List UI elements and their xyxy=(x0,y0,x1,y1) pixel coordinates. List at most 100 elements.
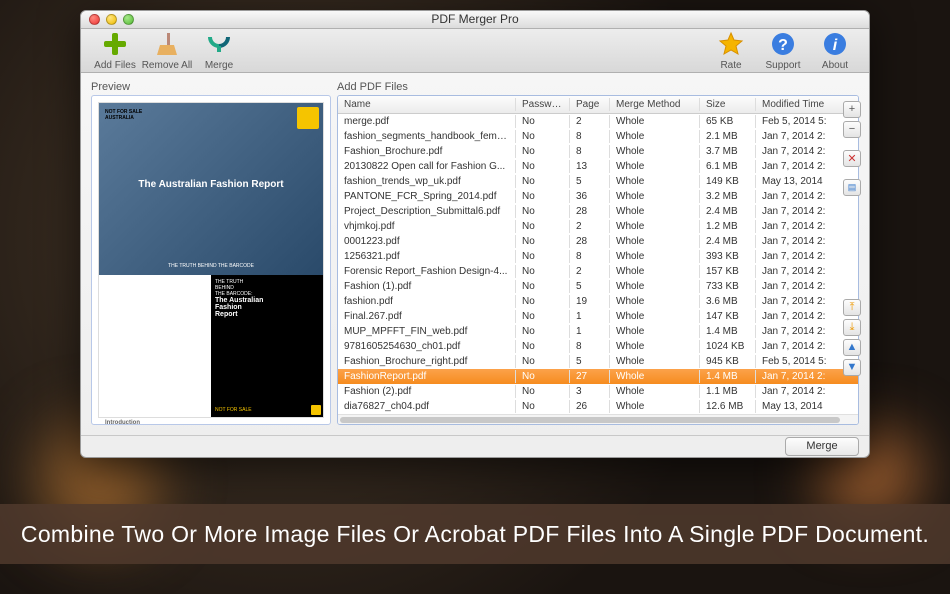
toolbar: Add Files Remove All Merge Rate ? Suppor xyxy=(81,29,869,73)
table-row[interactable]: 1256321.pdfNo8Whole393 KBJan 7, 2014 2: xyxy=(338,249,858,264)
cell-page: 28 xyxy=(570,205,610,218)
cell-merge-method: Whole xyxy=(610,145,700,158)
col-page[interactable]: Page xyxy=(570,98,610,111)
table-row[interactable]: fashion_trends_wp_uk.pdfNo5Whole149 KBMa… xyxy=(338,174,858,189)
cell-merge-method: Whole xyxy=(610,355,700,368)
table-row[interactable]: merge.pdfNo2Whole65 KBFeb 5, 2014 5: xyxy=(338,114,858,129)
window-title: PDF Merger Pro xyxy=(81,12,869,26)
cell-page: 1 xyxy=(570,325,610,338)
table-row[interactable]: 9781605254630_ch01.pdfNo8Whole1024 KBJan… xyxy=(338,339,858,354)
about-button[interactable]: i About xyxy=(809,30,861,71)
table-row[interactable]: 0001223.pdfNo28Whole2.4 MBJan 7, 2014 2: xyxy=(338,234,858,249)
merge-toolbar-button[interactable]: Merge xyxy=(193,30,245,71)
table-row[interactable]: FashionReport.pdfNo27Whole1.4 MBJan 7, 2… xyxy=(338,369,858,384)
cell-merge-method: Whole xyxy=(610,220,700,233)
app-window: PDF Merger Pro Add Files Remove All Merg… xyxy=(80,10,870,458)
cell-size: 2.4 MB xyxy=(700,235,756,248)
table-row[interactable]: vhjmkoj.pdfNo2Whole1.2 MBJan 7, 2014 2: xyxy=(338,219,858,234)
col-size[interactable]: Size xyxy=(700,98,756,111)
file-table: Name Password Page Merge Method Size Mod… xyxy=(337,95,859,425)
table-row[interactable]: fashion.pdfNo19Whole3.6 MBJan 7, 2014 2: xyxy=(338,294,858,309)
table-row[interactable]: 20130822 Open call for Fashion G...No13W… xyxy=(338,159,858,174)
info-row-button[interactable]: ▤ xyxy=(843,179,861,196)
move-up-button[interactable]: ▲ xyxy=(843,339,861,356)
table-row[interactable]: Project_Description_Submittal6.pdfNo28Wh… xyxy=(338,204,858,219)
cell-merge-method: Whole xyxy=(610,280,700,293)
table-row[interactable]: Fashion_Brochure.pdfNo8Whole3.7 MBJan 7,… xyxy=(338,144,858,159)
plus-icon xyxy=(101,30,129,58)
cell-name: fashion_segments_handbook_fema... xyxy=(338,130,516,143)
cell-merge-method: Whole xyxy=(610,385,700,398)
info-icon: i xyxy=(821,30,849,58)
merge-button[interactable]: Merge xyxy=(785,437,859,456)
cell-password: No xyxy=(516,235,570,248)
doc-badge: NOT FOR SALE AUSTRALIA xyxy=(105,109,142,121)
cell-size: 157 KB xyxy=(700,265,756,278)
cell-password: No xyxy=(516,370,570,383)
svg-text:?: ? xyxy=(778,37,788,54)
addfiles-label: Add PDF Files xyxy=(337,81,859,93)
remove-row-button[interactable]: − xyxy=(843,121,861,138)
table-row[interactable]: fashion_segments_handbook_fema...No8Whol… xyxy=(338,129,858,144)
remove-all-button[interactable]: Remove All xyxy=(141,30,193,71)
cell-page: 5 xyxy=(570,175,610,188)
cell-page: 2 xyxy=(570,220,610,233)
cell-merge-method: Whole xyxy=(610,370,700,383)
caption-text: Combine Two Or More Image Files Or Acrob… xyxy=(21,521,929,548)
add-row-button[interactable]: + xyxy=(843,101,861,118)
cell-page: 5 xyxy=(570,355,610,368)
table-row[interactable]: MUP_MPFFT_FIN_web.pdfNo1Whole1.4 MBJan 7… xyxy=(338,324,858,339)
table-row[interactable]: dia76827_ch04.pdfNo26Whole12.6 MBMay 13,… xyxy=(338,399,858,414)
move-bottom-button[interactable]: ⤓ xyxy=(843,319,861,336)
horizontal-scrollbar[interactable] xyxy=(338,414,858,424)
preview-label: Preview xyxy=(91,81,331,93)
cell-page: 36 xyxy=(570,190,610,203)
table-row[interactable]: Fashion (1).pdfNo5Whole733 KBJan 7, 2014… xyxy=(338,279,858,294)
cell-password: No xyxy=(516,250,570,263)
table-row[interactable]: Final.267.pdfNo1Whole147 KBJan 7, 2014 2… xyxy=(338,309,858,324)
support-button[interactable]: ? Support xyxy=(757,30,809,71)
move-down-button[interactable]: ▼ xyxy=(843,359,861,376)
properties-icon: ▤ xyxy=(848,182,857,193)
cell-page: 1 xyxy=(570,310,610,323)
cell-modified: Jan 7, 2014 2: xyxy=(756,250,858,263)
cell-password: No xyxy=(516,340,570,353)
table-row[interactable]: PANTONE_FCR_Spring_2014.pdfNo36Whole3.2 … xyxy=(338,189,858,204)
merge-icon xyxy=(205,30,233,58)
cell-merge-method: Whole xyxy=(610,190,700,203)
cell-size: 2.4 MB xyxy=(700,205,756,218)
col-password[interactable]: Password xyxy=(516,98,570,111)
cell-name: dia76827_ch04.pdf xyxy=(338,400,516,413)
cell-modified: Jan 7, 2014 2: xyxy=(756,235,858,248)
col-name[interactable]: Name xyxy=(338,98,516,111)
cell-size: 3.7 MB xyxy=(700,145,756,158)
cell-password: No xyxy=(516,130,570,143)
cell-merge-method: Whole xyxy=(610,115,700,128)
cell-size: 3.2 MB xyxy=(700,190,756,203)
rate-button[interactable]: Rate xyxy=(705,30,757,71)
cell-merge-method: Whole xyxy=(610,340,700,353)
table-row[interactable]: Fashion (2).pdfNo3Whole1.1 MBJan 7, 2014… xyxy=(338,384,858,399)
cell-size: 393 KB xyxy=(700,250,756,263)
cell-name: Forensic Report_Fashion Design-4... xyxy=(338,265,516,278)
add-files-button[interactable]: Add Files xyxy=(89,30,141,71)
cell-password: No xyxy=(516,160,570,173)
cell-merge-method: Whole xyxy=(610,235,700,248)
marketing-caption: Combine Two Or More Image Files Or Acrob… xyxy=(0,504,950,564)
cell-size: 1.2 MB xyxy=(700,220,756,233)
cell-modified: Jan 7, 2014 2: xyxy=(756,205,858,218)
table-row[interactable]: Forensic Report_Fashion Design-4...No2Wh… xyxy=(338,264,858,279)
cell-modified: Jan 7, 2014 2: xyxy=(756,220,858,233)
col-merge-method[interactable]: Merge Method xyxy=(610,98,700,111)
move-top-button[interactable]: ⤒ xyxy=(843,299,861,316)
cell-modified: May 13, 2014 xyxy=(756,400,858,413)
cell-page: 28 xyxy=(570,235,610,248)
cell-name: Fashion (1).pdf xyxy=(338,280,516,293)
delete-row-button[interactable]: ✕ xyxy=(843,150,861,167)
table-row[interactable]: Fashion_Brochure_right.pdfNo5Whole945 KB… xyxy=(338,354,858,369)
cell-password: No xyxy=(516,295,570,308)
cell-password: No xyxy=(516,190,570,203)
plus-small-icon: + xyxy=(849,103,855,115)
doc-logo-icon xyxy=(297,107,319,129)
cell-modified: Jan 7, 2014 2: xyxy=(756,280,858,293)
